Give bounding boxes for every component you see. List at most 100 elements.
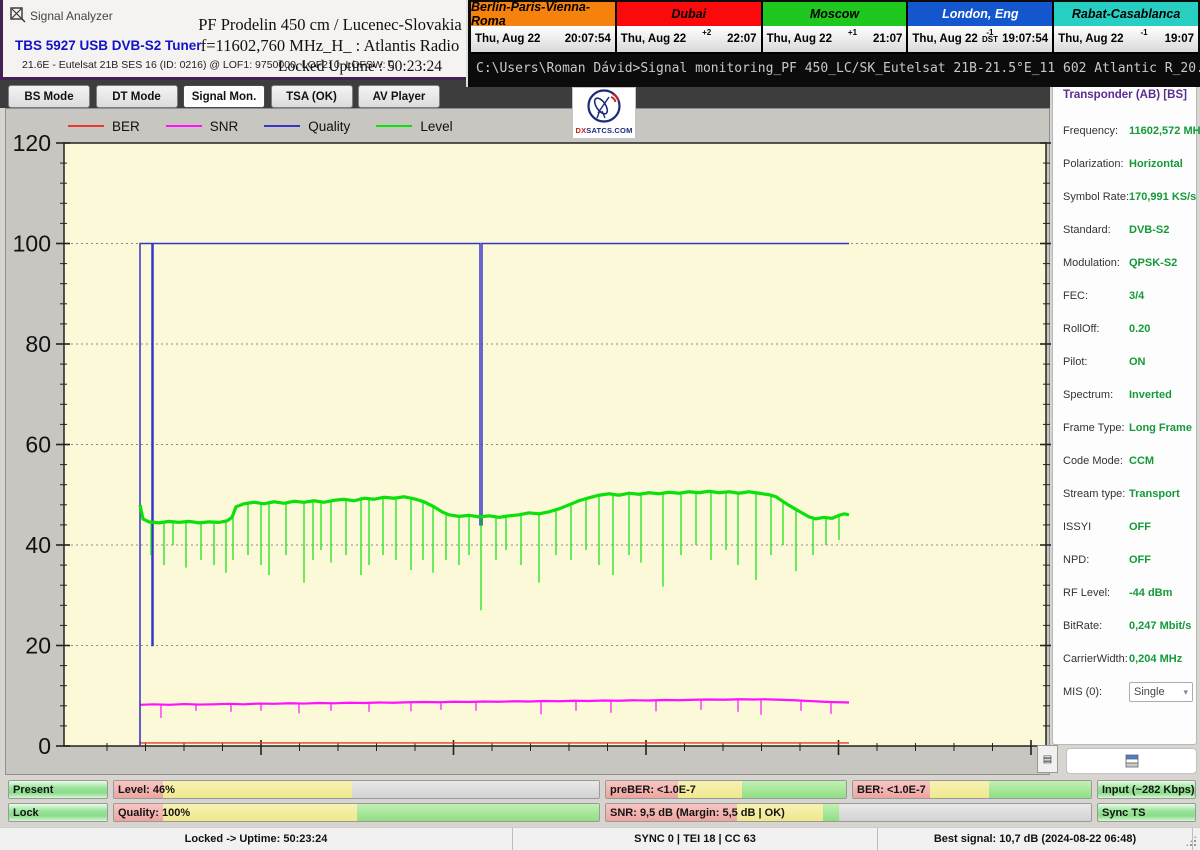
svg-text:0: 0: [38, 733, 51, 759]
clock-date: Thu, Aug 22: [767, 33, 832, 45]
param-label: Standard:: [1063, 224, 1111, 236]
quality-bar: Quality: 100%: [113, 803, 600, 822]
param-row-npd: NPD:OFF: [1063, 554, 1190, 570]
param-row-symbol-rate: Symbol Rate:170,991 KS/s: [1063, 191, 1190, 207]
clock-time-row: Thu, Aug 22-119:07: [1054, 26, 1198, 52]
clock-utc-offset: +2: [702, 29, 711, 36]
statusbar-section-3: Best signal: 10,7 dB (2024-08-22 06:48): [878, 828, 1193, 850]
annotation-site: PF Prodelin 450 cm / Lucenec-Slovakia: [170, 14, 490, 35]
level-bar: Level: 46%: [113, 780, 600, 799]
transponder-sidebar: Transponder (AB) [BS] Frequency: 11602,57…: [1052, 84, 1197, 745]
param-label: Frame Type:: [1063, 422, 1125, 434]
tab-signal-mon[interactable]: Signal Mon.: [183, 85, 265, 108]
quality-bar-label: Quality: 100%: [118, 804, 190, 821]
present-bar: Present: [8, 780, 108, 799]
tab-bs-mode[interactable]: BS Mode: [8, 85, 90, 108]
signal-analyzer-app: { "window": { "title": "Signal Analyzer"…: [0, 0, 1200, 850]
param-label: BitRate:: [1063, 620, 1102, 632]
param-label: Stream type:: [1063, 488, 1125, 500]
param-value: 0,247 Mbit/s: [1129, 620, 1191, 632]
disk-stack-icon: [1124, 754, 1140, 768]
signal-chart-panel: 020406080100120 BERSNRQualityLevel: [5, 108, 1050, 775]
clock-time-row: Thu, Aug 2220:07:54: [471, 26, 615, 52]
world-clocks: Berlin-Paris-Vienna-RomaThu, Aug 2220:07…: [471, 2, 1198, 54]
bar-segment-green: [989, 781, 1091, 798]
clock-date: Thu, Aug 22: [621, 33, 686, 45]
param-value: 11602,572 MHz: [1129, 125, 1200, 137]
param-label: Frequency:: [1063, 125, 1118, 137]
param-row-code-mode: Code Mode: CCM: [1063, 455, 1190, 471]
level-bar-label: Level: 46%: [118, 781, 175, 798]
statusbar-section-2: SYNC 0 | TEI 18 | CC 63: [513, 828, 878, 850]
param-label: Code Mode:: [1063, 455, 1123, 467]
tab-av-player[interactable]: AV Player: [358, 85, 440, 108]
param-value: OFF: [1129, 521, 1151, 533]
param-label: MIS (0):: [1063, 686, 1102, 698]
param-value: CCM: [1129, 455, 1154, 467]
mis-select[interactable]: Single▾: [1129, 682, 1193, 702]
clock-date: Thu, Aug 22: [1058, 33, 1123, 45]
tab-dt-mode[interactable]: DT Mode: [96, 85, 178, 108]
lock-bar: Lock: [8, 803, 108, 822]
svg-text:100: 100: [13, 231, 51, 257]
save-button[interactable]: [1066, 748, 1197, 774]
tab-tsa-ok[interactable]: TSA (OK): [271, 85, 353, 108]
bar-segment-yellow: [163, 781, 352, 798]
clock-city-label: Rabat-Casablanca: [1054, 2, 1198, 26]
legend-label: SNR: [210, 119, 239, 134]
bar-segment-yellow: [930, 781, 988, 798]
legend-label: BER: [112, 119, 140, 134]
console-window: Berlin-Paris-Vienna-RomaThu, Aug 2220:07…: [466, 0, 1200, 87]
param-label: ISSYI: [1063, 521, 1091, 533]
clock-time: 19:07: [1165, 33, 1194, 45]
param-label: NPD:: [1063, 554, 1089, 566]
param-label: Modulation:: [1063, 257, 1120, 269]
legend-label: Quality: [308, 119, 350, 134]
param-label: Spectrum:: [1063, 389, 1113, 401]
param-value: Inverted: [1129, 389, 1172, 401]
preber-bar: preBER: <1.0E-7: [605, 780, 847, 799]
annotation-block: PF Prodelin 450 cm / Lucenec-Slovakia f=…: [170, 14, 490, 77]
clock-time-row: Thu, Aug 22+121:07: [763, 26, 907, 52]
signal-chart: 020406080100120: [6, 109, 1051, 776]
legend-item-snr: SNR: [166, 119, 239, 134]
clock-dubai: DubaiThu, Aug 22+222:07: [617, 2, 761, 54]
legend-item-ber: BER: [68, 119, 140, 134]
lock-bar-label: Lock: [13, 804, 39, 821]
param-row-bitrate: BitRate: 0,247 Mbit/s: [1063, 620, 1190, 636]
mis-selected-value: Single: [1134, 686, 1165, 698]
param-value: Long Frame: [1129, 422, 1192, 434]
annotation-uptime: Locked Uptime : 50:23:24: [170, 57, 490, 77]
param-row-frame-type: Frame Type: Long Frame: [1063, 422, 1190, 438]
syncts-bar-label: Sync TS: [1102, 804, 1145, 821]
legend-label: Level: [420, 119, 452, 134]
chart-legend: BER SNR Quality Level: [68, 116, 453, 136]
clock-date: Thu, Aug 22: [475, 33, 540, 45]
console-prompt: C:\Users\Roman Dávid>Signal monitoring_P…: [476, 61, 1200, 76]
param-value: -44 dBm: [1129, 587, 1172, 599]
param-row-pilot: Pilot:ON: [1063, 356, 1190, 372]
param-row-issyi: ISSYI OFF: [1063, 521, 1190, 537]
svg-text:20: 20: [25, 633, 51, 659]
param-value: DVB-S2: [1129, 224, 1169, 236]
svg-text:80: 80: [25, 331, 51, 357]
legend-swatch: [166, 125, 202, 128]
clock-time: 21:07: [873, 33, 902, 45]
sidebar-header: Transponder (AB) [BS]: [1063, 89, 1187, 101]
param-value: QPSK-S2: [1129, 257, 1177, 269]
param-value: 3/4: [1129, 290, 1144, 302]
legend-swatch: [376, 125, 412, 128]
clock-london-eng: London, EngThu, Aug 22-1DST19:07:54: [908, 2, 1052, 54]
bar-segment-gray: [352, 781, 599, 798]
clock-city-label: Dubai: [617, 2, 761, 26]
clock-berlin-paris-vienna-roma: Berlin-Paris-Vienna-RomaThu, Aug 2220:07…: [471, 2, 615, 54]
param-value: 0.20: [1129, 323, 1150, 335]
param-label: FEC:: [1063, 290, 1088, 302]
legend-swatch: [68, 125, 104, 128]
clock-city-label: Berlin-Paris-Vienna-Roma: [471, 2, 615, 26]
ber-bar: BER: <1.0E-7: [852, 780, 1092, 799]
panel-corner-button[interactable]: ▤: [1037, 745, 1058, 773]
legend-swatch: [264, 125, 300, 128]
param-label: Polarization:: [1063, 158, 1124, 170]
param-label: Pilot:: [1063, 356, 1087, 368]
